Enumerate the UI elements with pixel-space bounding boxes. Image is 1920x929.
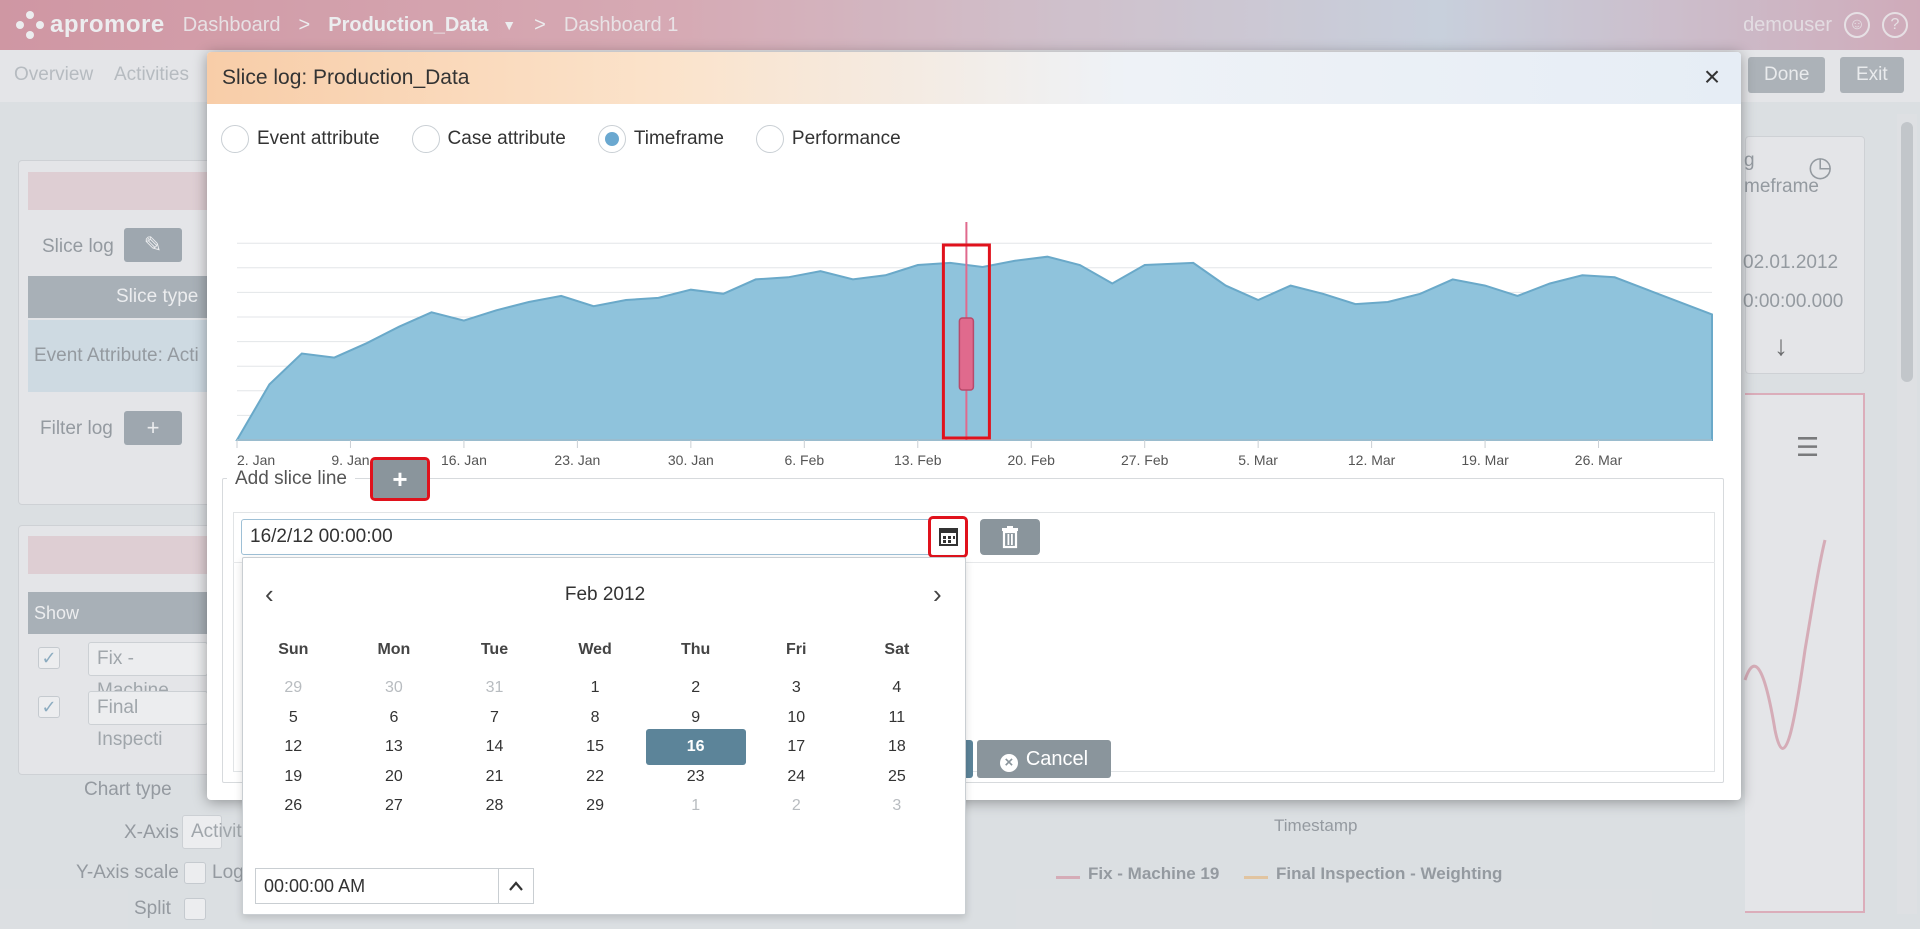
radio-performance[interactable]: Performance: [755, 125, 901, 153]
radio-label: Performance: [791, 128, 901, 149]
weekday-wed: Wed: [578, 641, 612, 658]
weekday-thu: Thu: [681, 641, 711, 658]
x-tick-label: 5. Mar: [1238, 452, 1278, 468]
chevron-up-icon: [509, 881, 523, 891]
weekday-mon: Mon: [377, 641, 411, 658]
radio-event-attribute[interactable]: Event attribute: [221, 125, 380, 153]
time-input[interactable]: 00:00:00 AM: [255, 868, 498, 904]
slice-type-radio-group: Event attribute Case attribute Timeframe…: [221, 125, 933, 153]
cancel-label: Cancel: [1025, 748, 1089, 770]
calendar-day[interactable]: 29: [545, 788, 645, 824]
calendar-day[interactable]: 27: [344, 788, 444, 824]
weekday-fri: Fri: [786, 641, 807, 658]
add-slice-line-button[interactable]: +: [370, 457, 430, 501]
calendar-icon: [939, 528, 958, 546]
radio-label: Event attribute: [257, 128, 380, 149]
x-tick-label: 26. Mar: [1575, 452, 1623, 468]
radio-circle[interactable]: [221, 125, 249, 153]
x-tick-label: 19. Mar: [1461, 452, 1509, 468]
slice-date-input[interactable]: 16/2/12 00:00:00: [241, 519, 931, 555]
date-picker-popup: ‹ Feb 2012 › Sun Mon Tue Wed Thu Fri Sat 29 30 31…: [242, 557, 966, 915]
timeframe-area-chart[interactable]: 2. Jan 9. Jan 16. Jan 23. Jan 30. Jan 6. Feb 1…: [227, 187, 1722, 487]
next-month-button[interactable]: ›: [933, 581, 942, 607]
calendar-day[interactable]: 2: [746, 788, 846, 824]
trash-icon: [1002, 526, 1018, 549]
x-tick-label: 23. Jan: [554, 452, 600, 468]
x-tick-label: 30. Jan: [668, 452, 714, 468]
delete-slice-button[interactable]: [980, 519, 1040, 555]
cancel-circle-icon: ×: [999, 754, 1018, 772]
radio-label: Case attribute: [447, 128, 566, 149]
radio-timeframe[interactable]: Timeframe: [597, 125, 724, 153]
calendar-day[interactable]: 28: [444, 788, 544, 824]
radio-circle-checked[interactable]: [597, 125, 626, 153]
calendar-week-row: 26 27 28 29 1 2 3: [243, 788, 967, 824]
dialog-header: Slice log: Production_Data: [207, 52, 1741, 104]
calendar-button[interactable]: [928, 516, 968, 558]
radio-circle[interactable]: [411, 125, 440, 153]
weekday-tue: Tue: [480, 641, 509, 658]
radio-circle[interactable]: [755, 125, 784, 153]
radio-label: Timeframe: [633, 128, 724, 149]
weekday-sat: Sat: [884, 641, 910, 658]
timeline-area-series: [235, 255, 1713, 441]
cancel-button[interactable]: × Cancel: [977, 740, 1111, 778]
close-icon[interactable]: ×: [1697, 63, 1727, 93]
x-tick-label: 27. Feb: [1121, 452, 1169, 468]
x-tick-label: 20. Feb: [1007, 452, 1055, 468]
weekday-sun: Sun: [278, 641, 309, 658]
calendar-month-title[interactable]: Feb 2012: [243, 584, 967, 606]
x-tick-label: 6. Feb: [784, 452, 824, 468]
calendar-day[interactable]: 3: [847, 788, 947, 824]
time-increment-button[interactable]: [498, 868, 534, 904]
radio-case-attribute[interactable]: Case attribute: [411, 125, 566, 153]
x-tick-label: 12. Mar: [1348, 452, 1396, 468]
x-tick-label: 16. Jan: [441, 452, 487, 468]
dialog-title: Slice log: Production_Data: [222, 66, 470, 89]
slice-line-handle[interactable]: [958, 317, 975, 391]
calendar-grid: Sun Mon Tue Wed Thu Fri Sat 29 30 31 1 2 3 4 5 6 7 8 9 10 11…: [243, 632, 967, 818]
weekday-header-row: Sun Mon Tue Wed Thu Fri Sat: [243, 632, 967, 668]
add-slice-line-label: Add slice line: [227, 466, 355, 492]
calendar-day[interactable]: 1: [646, 788, 746, 824]
calendar-day[interactable]: 26: [243, 788, 343, 824]
x-tick-label: 13. Feb: [894, 452, 942, 468]
